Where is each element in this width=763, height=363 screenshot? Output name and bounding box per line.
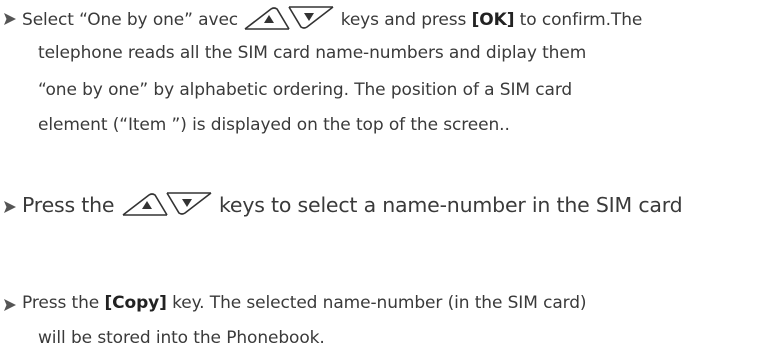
step-3-text-before-bold: Press the	[22, 293, 100, 313]
copy-key-label: [Copy]	[104, 293, 167, 313]
triangle-bullet-icon	[3, 298, 17, 312]
step-1-text-after-bold: to confirm.The	[519, 10, 643, 30]
step-3-line-2: will be stored into the Phonebook.	[38, 328, 325, 348]
step-1-text-after-keys: keys and press	[340, 10, 467, 30]
step-3-text-after-bold: key. The selected name-number (in the SI…	[172, 293, 587, 313]
step-1-line-2: telephone reads all the SIM card name-nu…	[38, 43, 587, 63]
step-2-line-1: Press the keys to select a name-number i…	[22, 191, 683, 219]
step-1-line-1: Select “One by one” avec keys and press …	[22, 5, 643, 33]
triangle-bullet-icon	[3, 12, 17, 26]
step-1-line-4: element (“Item ”) is displayed on the to…	[38, 115, 510, 135]
step-2-text-after-keys: keys to select a name-number in the SIM …	[218, 193, 683, 217]
step-2-text-before-keys: Press the	[22, 193, 115, 217]
up-down-arrow-keys-icon	[121, 191, 213, 217]
step-3-line-1: Press the [Copy] key. The selected name-…	[22, 293, 587, 313]
ok-key-label: [OK]	[471, 10, 515, 30]
step-1-text-before-keys: Select “One by one” avec	[22, 10, 239, 30]
triangle-bullet-icon	[3, 200, 17, 214]
up-down-arrow-keys-icon	[243, 5, 335, 31]
step-1-line-3: “one by one” by alphabetic ordering. The…	[38, 80, 573, 100]
